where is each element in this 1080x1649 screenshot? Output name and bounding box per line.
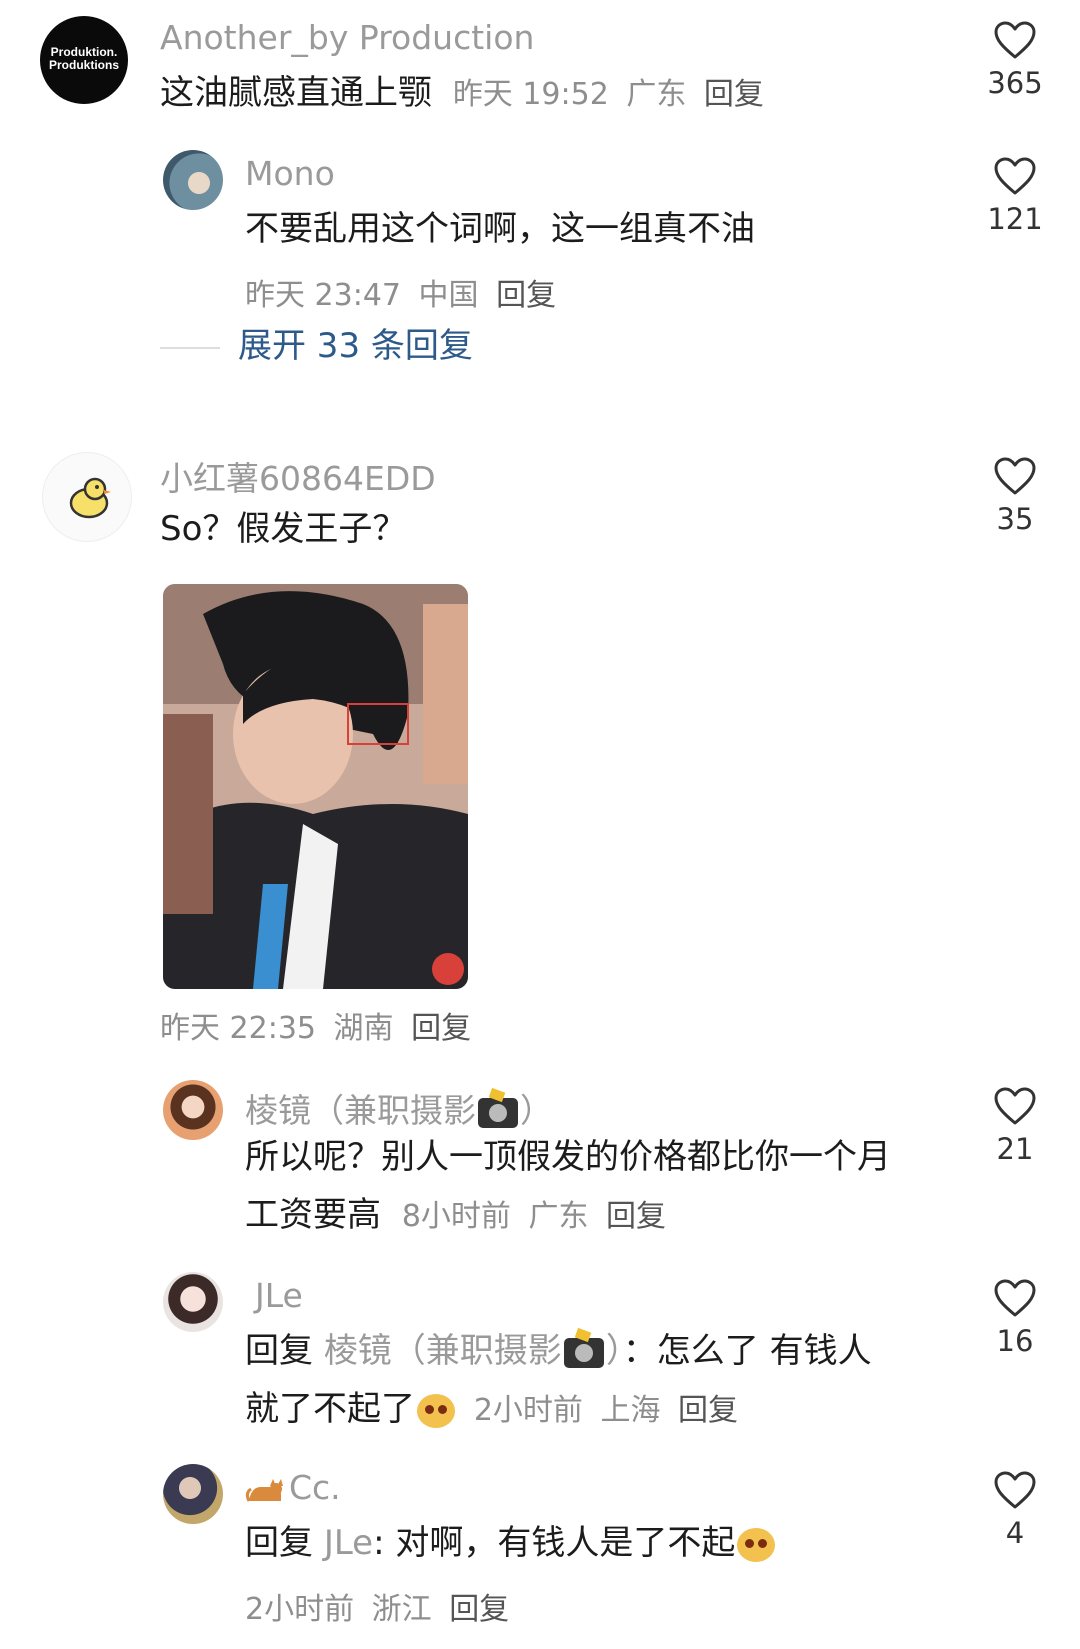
heart-outline-icon bbox=[994, 1087, 1036, 1125]
comment-text: 这油腻感直通上颚 昨天 19:52 广东 回复 bbox=[160, 64, 764, 124]
reply-button[interactable]: 回复 bbox=[704, 77, 764, 112]
avatar[interactable] bbox=[163, 1272, 223, 1332]
expand-replies-label: 展开 33 条回复 bbox=[238, 326, 473, 366]
avatar[interactable] bbox=[42, 452, 132, 542]
avatar-logo-text: Produktions bbox=[48, 58, 119, 72]
heart-outline-icon bbox=[994, 157, 1036, 195]
mention-suffix: ） bbox=[605, 1331, 623, 1371]
comment-body-cont: 工资要高 bbox=[245, 1195, 381, 1235]
avatar[interactable] bbox=[163, 150, 223, 210]
chick-icon bbox=[69, 477, 111, 519]
mention-link[interactable]: JLe bbox=[324, 1523, 373, 1563]
comment-body: 这油腻感直通上颚 bbox=[160, 73, 432, 113]
timestamp: 2小时前 bbox=[245, 1592, 355, 1627]
location: 湖南 bbox=[333, 1011, 394, 1046]
emoji-face-icon bbox=[737, 1527, 776, 1562]
like-count: 35 bbox=[996, 502, 1034, 536]
like-button[interactable]: 35 bbox=[970, 456, 1060, 536]
reply-button[interactable]: 回复 bbox=[606, 1199, 666, 1234]
like-button[interactable]: 121 bbox=[970, 156, 1060, 236]
username[interactable]: Cc. bbox=[245, 1468, 341, 1507]
camera-flash-icon bbox=[563, 1337, 604, 1368]
location: 广东 bbox=[528, 1199, 589, 1234]
timestamp: 昨天 23:47 bbox=[245, 278, 401, 313]
emoji-face-icon bbox=[417, 1393, 455, 1428]
mention-link[interactable]: 棱镜（兼职摄影 ） bbox=[324, 1331, 623, 1371]
comment-body: : 对啊，有钱人是了不起 bbox=[373, 1523, 736, 1563]
reply-button[interactable]: 回复 bbox=[449, 1592, 509, 1627]
like-button[interactable]: 4 bbox=[970, 1470, 1060, 1550]
location: 浙江 bbox=[371, 1592, 432, 1627]
reply-button[interactable]: 回复 bbox=[678, 1393, 738, 1428]
reply-button[interactable]: 回复 bbox=[496, 278, 556, 313]
like-count: 4 bbox=[1005, 1516, 1025, 1550]
like-count: 21 bbox=[996, 1132, 1034, 1166]
reply-prefix: 回复 bbox=[245, 1331, 313, 1371]
username[interactable]: JLe bbox=[255, 1276, 303, 1315]
timestamp: 8小时前 bbox=[401, 1199, 511, 1234]
timestamp: 昨天 22:35 bbox=[160, 1011, 316, 1046]
location: 上海 bbox=[600, 1393, 661, 1428]
divider bbox=[160, 346, 220, 349]
comment-body: 所以呢？别人一顶假发的价格都比你一个月 bbox=[245, 1137, 891, 1177]
timestamp: 昨天 19:52 bbox=[452, 77, 609, 112]
username-suffix: ） bbox=[520, 1091, 553, 1130]
comment-text-line2: 就了不起了 2小时前 上海 回复 bbox=[245, 1380, 738, 1440]
avatar[interactable] bbox=[163, 1464, 223, 1524]
camera-flash-icon bbox=[478, 1097, 518, 1128]
comment-body: So？假发王子？ bbox=[160, 509, 407, 549]
comment-text: 回复 JLe: 对啊，有钱人是了不起 bbox=[245, 1514, 777, 1572]
like-count: 121 bbox=[987, 202, 1043, 236]
location: 广东 bbox=[626, 77, 687, 112]
comment-text-line2: 工资要高 8小时前 广东 回复 bbox=[245, 1186, 666, 1246]
username[interactable]: Mono bbox=[245, 154, 335, 193]
comment-image[interactable] bbox=[163, 584, 468, 989]
avatar-logo-text: Produktion. bbox=[50, 45, 118, 59]
expand-replies-button[interactable]: 展开 33 条回复 bbox=[160, 318, 473, 367]
username[interactable]: Another_by Production bbox=[160, 18, 534, 57]
avatar[interactable] bbox=[163, 1080, 223, 1140]
like-button[interactable]: 16 bbox=[970, 1278, 1060, 1358]
comment-body: 不要乱用这个词啊，这一组真不油 bbox=[245, 209, 755, 249]
like-button[interactable]: 21 bbox=[970, 1086, 1060, 1166]
avatar[interactable]: Produktion. Produktions bbox=[40, 16, 128, 104]
heart-outline-icon bbox=[994, 1279, 1036, 1317]
username[interactable]: 棱镜（兼职摄影 ） bbox=[245, 1084, 553, 1132]
username[interactable]: 小红薯60864EDD bbox=[160, 452, 436, 500]
like-count: 16 bbox=[996, 1324, 1034, 1358]
mention-text: 棱镜（兼职摄影 bbox=[323, 1331, 562, 1371]
location: 中国 bbox=[418, 278, 479, 313]
username-text: 棱镜（兼职摄影 bbox=[245, 1091, 476, 1130]
username-text: Cc. bbox=[289, 1468, 341, 1507]
comment-body-cont: 就了不起了 bbox=[245, 1389, 415, 1429]
heart-outline-icon bbox=[994, 457, 1036, 495]
like-button[interactable]: 365 bbox=[970, 20, 1060, 100]
heart-outline-icon bbox=[994, 21, 1036, 59]
timestamp: 2小时前 bbox=[473, 1393, 583, 1428]
reply-prefix: 回复 bbox=[245, 1523, 313, 1563]
reply-button[interactable]: 回复 bbox=[411, 1011, 471, 1046]
like-count: 365 bbox=[987, 66, 1043, 100]
photo-content bbox=[163, 584, 468, 989]
comment-text: 回复 棱镜（兼职摄影 ）：怎么了 有钱人 bbox=[245, 1322, 872, 1380]
comment-body: ：怎么了 有钱人 bbox=[622, 1331, 872, 1371]
cat-icon bbox=[245, 1478, 283, 1502]
heart-outline-icon bbox=[994, 1471, 1036, 1509]
